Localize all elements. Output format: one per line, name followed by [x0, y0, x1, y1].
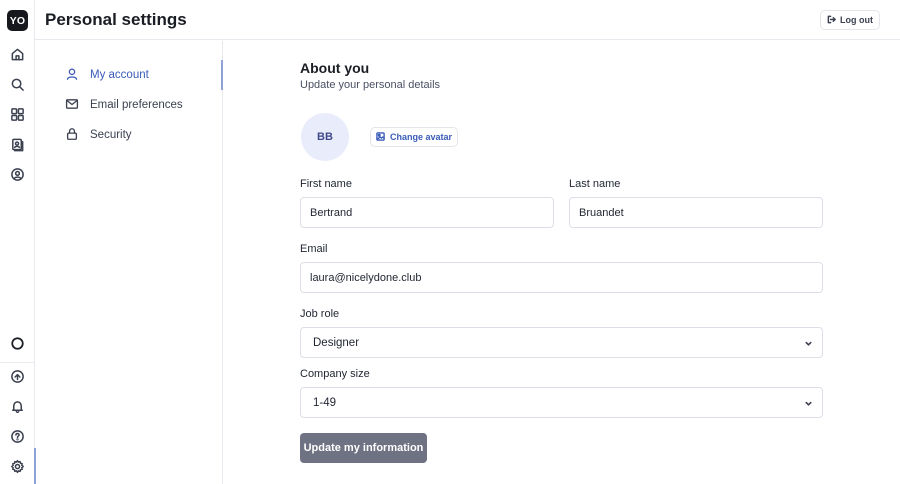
chevron-down-icon: [804, 399, 813, 408]
chevron-down-icon: [804, 339, 813, 348]
email-input[interactable]: [300, 262, 823, 293]
logout-button[interactable]: Log out: [820, 10, 880, 30]
nav-item-label: Security: [90, 129, 132, 141]
mail-icon: [65, 97, 79, 114]
page-header: Personal settings Log out: [35, 0, 900, 40]
page-title: Personal settings: [45, 10, 187, 29]
home-icon[interactable]: [5, 42, 30, 67]
section-title: About you: [300, 60, 370, 76]
lock-icon: [65, 127, 79, 144]
settings-nav: My account Email preferences Security: [35, 41, 223, 484]
nav-item-my-account[interactable]: My account: [65, 64, 149, 86]
nav-item-label: My account: [90, 69, 149, 81]
company-size-select[interactable]: 1-49: [300, 387, 823, 418]
last-name-input[interactable]: [569, 197, 823, 228]
logout-icon: [827, 15, 836, 26]
first-name-label: First name: [300, 178, 352, 190]
update-information-button[interactable]: Update my information: [300, 433, 427, 463]
logout-label: Log out: [840, 15, 873, 25]
nav-item-email-preferences[interactable]: Email preferences: [65, 94, 183, 116]
bell-icon[interactable]: [5, 394, 30, 419]
search-icon[interactable]: [5, 72, 30, 97]
first-name-input[interactable]: [300, 197, 554, 228]
job-role-select[interactable]: Designer: [300, 327, 823, 358]
last-name-label: Last name: [569, 178, 621, 190]
nav-item-security[interactable]: Security: [65, 124, 132, 146]
document-user-icon[interactable]: [5, 132, 30, 157]
gear-icon[interactable]: [5, 448, 36, 484]
change-avatar-button[interactable]: Change avatar: [370, 127, 459, 147]
user-icon: [65, 67, 79, 84]
rail-divider: [0, 362, 35, 363]
job-role-value: Designer: [313, 336, 360, 349]
nav-active-indicator: [221, 60, 223, 90]
users-icon[interactable]: [5, 162, 30, 187]
upgrade-icon[interactable]: [5, 364, 30, 389]
job-role-label: Job role: [300, 308, 340, 320]
avatar: BB: [301, 113, 349, 161]
circle-status-icon[interactable]: [5, 331, 30, 356]
app-rail: YO: [0, 0, 36, 484]
grid-icon[interactable]: [5, 102, 30, 127]
help-icon[interactable]: [5, 424, 30, 449]
app-logo[interactable]: YO: [7, 10, 28, 31]
section-subtitle: Update your personal details: [300, 79, 441, 91]
email-label: Email: [300, 243, 328, 255]
change-avatar-label: Change avatar: [390, 132, 453, 142]
nav-item-label: Email preferences: [90, 99, 183, 111]
image-icon: [376, 131, 385, 143]
company-size-value: 1-49: [313, 396, 337, 409]
company-size-label: Company size: [300, 368, 370, 380]
